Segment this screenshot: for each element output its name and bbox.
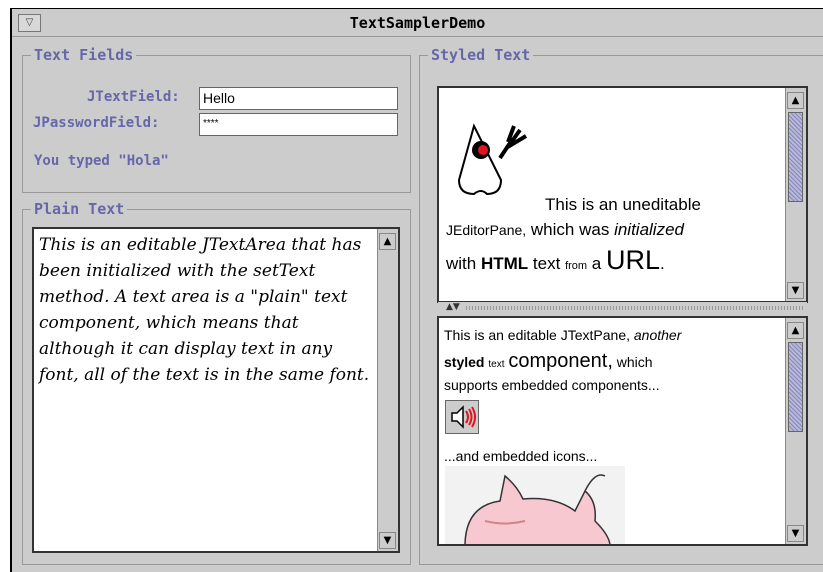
editor-w5: with (446, 254, 477, 273)
editor-w11: . (660, 254, 665, 273)
jeditorpane[interactable]: This is an uneditable JEditorPane, which… (437, 86, 808, 303)
pig-image-icon (445, 466, 625, 544)
textpane-line-2: styled text component, which (444, 350, 653, 373)
editor-line-3: with HTML text from a URL. (446, 245, 665, 276)
scroll-up-arrow-icon[interactable]: ▲ (787, 322, 804, 339)
editor-line-1: This is an uneditable (545, 195, 701, 215)
textpane-line-4: ...and embedded icons... (444, 448, 597, 464)
split-pane-divider[interactable]: ▲▼ (438, 302, 807, 314)
textpane-line-1: This is an editable JTextPane, another (444, 327, 681, 343)
jpasswordfield-input[interactable]: **** (199, 113, 398, 136)
textpane-l2c: component, (508, 350, 613, 372)
plain-text-title: Plain Text (31, 200, 128, 218)
textpane-l2b: text (488, 359, 505, 370)
divider-grip (466, 306, 805, 310)
jtextarea[interactable]: This is an editable JTextArea that has b… (32, 227, 400, 553)
editor-w2: JEditorPane, (446, 222, 527, 238)
jtextfield-input[interactable]: Hello (199, 87, 398, 110)
editor-line-2: JEditorPane, which was initialized (446, 220, 684, 240)
scroll-up-arrow-icon[interactable]: ▲ (379, 233, 396, 250)
editor-w9: a (591, 254, 602, 273)
editor-w4: initialized (614, 220, 684, 239)
editor-w6: HTML (480, 254, 529, 273)
jtextpane[interactable]: This is an editable JTextPane, another s… (437, 316, 808, 546)
scroll-thumb[interactable] (788, 112, 803, 202)
title-bar: ▽ TextSamplerDemo (12, 10, 823, 37)
editor-w3: which was (530, 220, 610, 239)
scroll-up-arrow-icon[interactable]: ▲ (787, 92, 804, 109)
scroll-down-arrow-icon[interactable]: ▼ (787, 282, 804, 299)
editor-w10: URL (606, 245, 661, 275)
jtextfield-label: JTextField: (87, 89, 180, 105)
editor-w1: This is an uneditable (545, 195, 701, 214)
status-text: You typed "Hola" (34, 153, 169, 169)
textpane-l4: ...and embedded icons... (444, 448, 598, 464)
textarea-scrollbar[interactable]: ▲ ▼ (377, 229, 398, 551)
speaker-icon (451, 405, 476, 429)
text-fields-title: Text Fields (31, 46, 137, 64)
scroll-thumb[interactable] (788, 342, 803, 432)
duke-mascot-icon (457, 123, 528, 196)
textarea-content[interactable]: This is an editable JTextArea that has b… (39, 232, 372, 388)
styled-text-title: Styled Text (428, 46, 534, 64)
textpane-l1b: another (633, 327, 682, 343)
textpane-l1a: This is an editable JTextPane, (444, 327, 630, 343)
jpasswordfield-label: JPasswordField: (33, 115, 160, 131)
textpane-l2d: which (616, 354, 653, 370)
editor-w7: text (532, 254, 561, 273)
editorpane-scrollbar[interactable]: ▲ ▼ (785, 88, 806, 301)
scroll-down-arrow-icon[interactable]: ▼ (787, 525, 804, 542)
textpane-line-3: supports embedded components... (444, 377, 660, 393)
sound-button[interactable] (445, 400, 479, 434)
textpane-l3: supports embedded components... (444, 377, 660, 393)
textpane-scrollbar[interactable]: ▲ ▼ (785, 318, 806, 544)
textpane-l2a: styled (444, 354, 485, 370)
window-title: TextSamplerDemo (349, 14, 486, 32)
editor-w8: from (565, 260, 588, 272)
split-arrows-icon[interactable]: ▲▼ (446, 302, 460, 312)
scroll-down-arrow-icon[interactable]: ▼ (379, 532, 396, 549)
